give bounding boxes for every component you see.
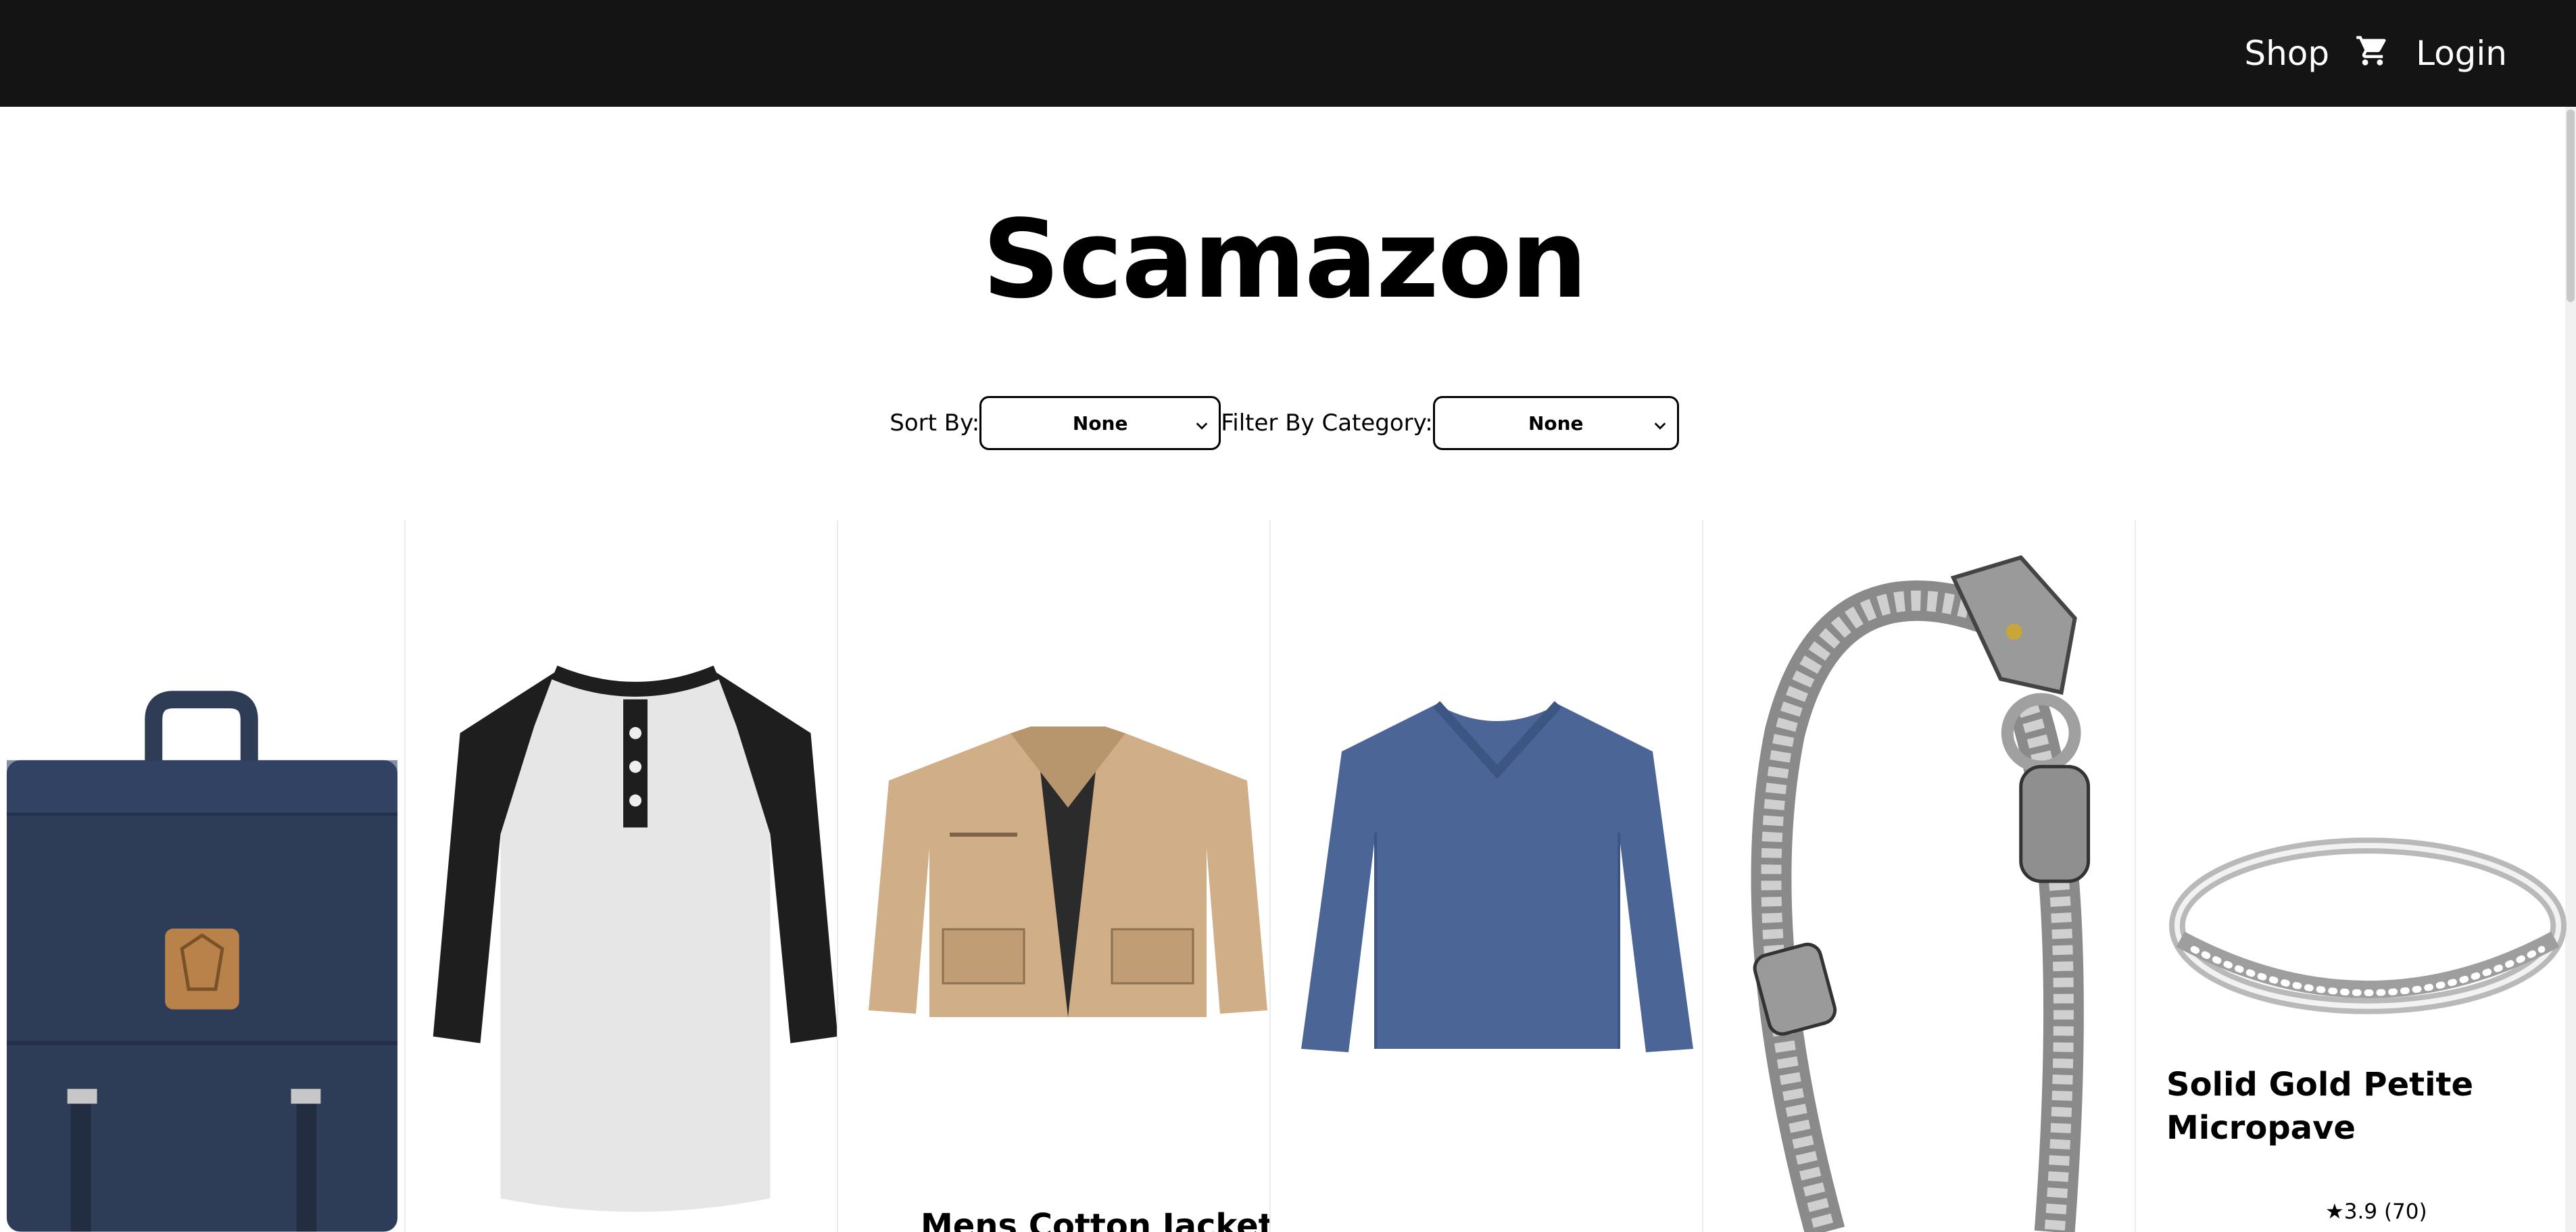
product-card[interactable]: Solid Gold Petite Micropave ★3.9 (70) <box>2136 520 2569 1232</box>
login-link[interactable]: Login <box>2416 34 2507 73</box>
page-title: Scamazon <box>982 196 1588 322</box>
filter-bar: Sort By: None Filter By Category: None <box>0 395 2569 451</box>
blue-long-sleeve-tee-image[interactable] <box>1301 697 1693 1056</box>
product-card[interactable] <box>0 520 406 1232</box>
product-grid: Mens Cotton Jacket Solid Gold Petite Mic… <box>0 520 2569 1232</box>
sort-by-select[interactable]: None <box>979 396 1221 450</box>
navbar: Shop Login <box>0 0 2576 107</box>
chevron-down-icon <box>1653 416 1668 430</box>
shopping-cart-icon[interactable] <box>2355 33 2390 68</box>
product-rating: ★3.9 (70) <box>2325 1200 2427 1224</box>
raglan-henley-shirt-image[interactable] <box>433 659 837 1232</box>
filter-by-category-select[interactable]: None <box>1432 396 1679 450</box>
star-icon: ★ <box>2325 1200 2344 1224</box>
filter-by-category-label: Filter By Category: <box>1221 410 1433 437</box>
sort-by-label: Sort By: <box>890 410 980 437</box>
product-name[interactable]: Mens Cotton Jacket <box>921 1204 1269 1232</box>
product-card[interactable] <box>1271 520 1703 1232</box>
shop-link[interactable]: Shop <box>2244 34 2329 73</box>
product-card[interactable]: Mens Cotton Jacket <box>838 520 1271 1232</box>
rating-value: 3.9 (70) <box>2343 1200 2427 1224</box>
product-card[interactable] <box>1703 520 2136 1232</box>
cotton-jacket-image[interactable] <box>869 726 1267 1017</box>
product-name[interactable]: Solid Gold Petite Micropave <box>2166 1063 2504 1150</box>
micropave-ring-image[interactable] <box>2167 824 2569 1027</box>
dragon-chain-bracelet-image[interactable] <box>1730 531 2122 1232</box>
product-card[interactable] <box>406 520 838 1232</box>
chevron-down-icon <box>1194 416 1209 430</box>
filter-by-category-value: None <box>1528 412 1584 435</box>
sort-by-value: None <box>1072 412 1128 435</box>
navy-backpack-image[interactable] <box>0 639 404 1232</box>
